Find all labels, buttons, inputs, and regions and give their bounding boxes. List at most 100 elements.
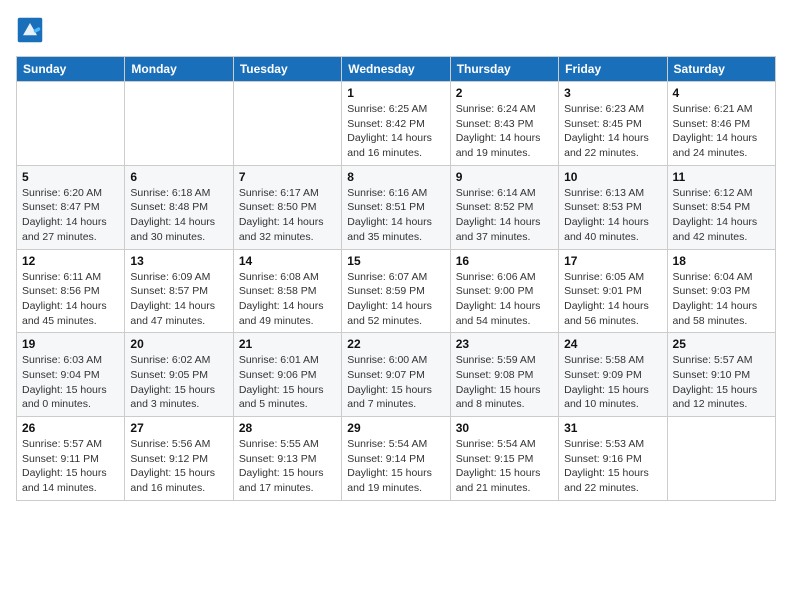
calendar-cell: 28 Sunrise: 5:55 AM Sunset: 9:13 PM Dayli… [233, 417, 341, 501]
calendar-cell [17, 82, 125, 166]
day-info: Sunrise: 6:20 AM Sunset: 8:47 PM Dayligh… [22, 186, 119, 245]
calendar-cell: 22 Sunrise: 6:00 AM Sunset: 9:07 PM Dayli… [342, 333, 450, 417]
day-info: Sunrise: 6:00 AM Sunset: 9:07 PM Dayligh… [347, 353, 444, 412]
day-number: 27 [130, 421, 227, 435]
calendar-week-row: 19 Sunrise: 6:03 AM Sunset: 9:04 PM Dayli… [17, 333, 776, 417]
day-info: Sunrise: 5:58 AM Sunset: 9:09 PM Dayligh… [564, 353, 661, 412]
day-number: 30 [456, 421, 553, 435]
day-number: 13 [130, 254, 227, 268]
calendar-cell: 21 Sunrise: 6:01 AM Sunset: 9:06 PM Dayli… [233, 333, 341, 417]
day-number: 5 [22, 170, 119, 184]
day-number: 26 [22, 421, 119, 435]
calendar-week-row: 26 Sunrise: 5:57 AM Sunset: 9:11 PM Dayli… [17, 417, 776, 501]
day-number: 20 [130, 337, 227, 351]
day-info: Sunrise: 6:21 AM Sunset: 8:46 PM Dayligh… [673, 102, 770, 161]
calendar-cell: 2 Sunrise: 6:24 AM Sunset: 8:43 PM Daylig… [450, 82, 558, 166]
day-info: Sunrise: 5:55 AM Sunset: 9:13 PM Dayligh… [239, 437, 336, 496]
day-number: 8 [347, 170, 444, 184]
calendar-cell: 23Sunrise: 5:59 AM Sunset: 9:08 PM Dayli… [450, 333, 558, 417]
day-number: 9 [456, 170, 553, 184]
calendar-cell: 31 Sunrise: 5:53 AM Sunset: 9:16 PM Dayli… [559, 417, 667, 501]
calendar-cell: 9 Sunrise: 6:14 AM Sunset: 8:52 PM Daylig… [450, 165, 558, 249]
calendar-cell: 25 Sunrise: 5:57 AM Sunset: 9:10 PM Dayli… [667, 333, 775, 417]
day-number: 1 [347, 86, 444, 100]
day-info: Sunrise: 6:16 AM Sunset: 8:51 PM Dayligh… [347, 186, 444, 245]
day-number: 7 [239, 170, 336, 184]
logo-icon [16, 16, 44, 44]
calendar-cell: 7 Sunrise: 6:17 AM Sunset: 8:50 PM Daylig… [233, 165, 341, 249]
calendar-cell: 15Sunrise: 6:07 AM Sunset: 8:59 PM Dayli… [342, 249, 450, 333]
calendar-cell: 26 Sunrise: 5:57 AM Sunset: 9:11 PM Dayli… [17, 417, 125, 501]
day-number: 29 [347, 421, 444, 435]
calendar-cell: 18 Sunrise: 6:04 AM Sunset: 9:03 PM Dayli… [667, 249, 775, 333]
day-info: Sunrise: 6:07 AM Sunset: 8:59 PM Dayligh… [347, 270, 444, 329]
calendar-cell: 5 Sunrise: 6:20 AM Sunset: 8:47 PM Daylig… [17, 165, 125, 249]
calendar-cell [233, 82, 341, 166]
weekday-header-thursday: Thursday [450, 57, 558, 82]
day-info: Sunrise: 5:57 AM Sunset: 9:11 PM Dayligh… [22, 437, 119, 496]
weekday-header-friday: Friday [559, 57, 667, 82]
weekday-header-wednesday: Wednesday [342, 57, 450, 82]
calendar-cell: 27 Sunrise: 5:56 AM Sunset: 9:12 PM Dayli… [125, 417, 233, 501]
day-info: Sunrise: 6:13 AM Sunset: 8:53 PM Dayligh… [564, 186, 661, 245]
day-number: 18 [673, 254, 770, 268]
calendar-cell: 8 Sunrise: 6:16 AM Sunset: 8:51 PM Daylig… [342, 165, 450, 249]
day-info: Sunrise: 5:54 AM Sunset: 9:15 PM Dayligh… [456, 437, 553, 496]
day-number: 31 [564, 421, 661, 435]
day-info: Sunrise: 6:03 AM Sunset: 9:04 PM Dayligh… [22, 353, 119, 412]
day-number: 24 [564, 337, 661, 351]
calendar-cell: 19 Sunrise: 6:03 AM Sunset: 9:04 PM Dayli… [17, 333, 125, 417]
logo [16, 16, 48, 44]
day-number: 21 [239, 337, 336, 351]
day-number: 14 [239, 254, 336, 268]
day-info: Sunrise: 6:12 AM Sunset: 8:54 PM Dayligh… [673, 186, 770, 245]
calendar-cell: 12 Sunrise: 6:11 AM Sunset: 8:56 PM Dayli… [17, 249, 125, 333]
page-header [16, 16, 776, 44]
calendar-cell: 30 Sunrise: 5:54 AM Sunset: 9:15 PM Dayli… [450, 417, 558, 501]
day-info: Sunrise: 5:53 AM Sunset: 9:16 PM Dayligh… [564, 437, 661, 496]
calendar-cell: 1 Sunrise: 6:25 AM Sunset: 8:42 PM Daylig… [342, 82, 450, 166]
calendar-week-row: 1 Sunrise: 6:25 AM Sunset: 8:42 PM Daylig… [17, 82, 776, 166]
day-info: Sunrise: 6:24 AM Sunset: 8:43 PM Dayligh… [456, 102, 553, 161]
calendar-cell [125, 82, 233, 166]
day-info: Sunrise: 6:18 AM Sunset: 8:48 PM Dayligh… [130, 186, 227, 245]
day-info: Sunrise: 6:17 AM Sunset: 8:50 PM Dayligh… [239, 186, 336, 245]
weekday-header-sunday: Sunday [17, 57, 125, 82]
day-info: Sunrise: 6:25 AM Sunset: 8:42 PM Dayligh… [347, 102, 444, 161]
day-number: 28 [239, 421, 336, 435]
day-info: Sunrise: 6:01 AM Sunset: 9:06 PM Dayligh… [239, 353, 336, 412]
day-number: 12 [22, 254, 119, 268]
calendar-cell: 20 Sunrise: 6:02 AM Sunset: 9:05 PM Dayli… [125, 333, 233, 417]
day-info: Sunrise: 6:04 AM Sunset: 9:03 PM Dayligh… [673, 270, 770, 329]
day-number: 3 [564, 86, 661, 100]
calendar-cell: 14Sunrise: 6:08 AM Sunset: 8:58 PM Dayli… [233, 249, 341, 333]
day-info: Sunrise: 6:05 AM Sunset: 9:01 PM Dayligh… [564, 270, 661, 329]
calendar-cell: 24 Sunrise: 5:58 AM Sunset: 9:09 PM Dayli… [559, 333, 667, 417]
day-number: 11 [673, 170, 770, 184]
calendar-cell: 4 Sunrise: 6:21 AM Sunset: 8:46 PM Daylig… [667, 82, 775, 166]
day-number: 2 [456, 86, 553, 100]
calendar-cell: 29 Sunrise: 5:54 AM Sunset: 9:14 PM Dayli… [342, 417, 450, 501]
weekday-header-saturday: Saturday [667, 57, 775, 82]
day-number: 17 [564, 254, 661, 268]
calendar-cell: 10 Sunrise: 6:13 AM Sunset: 8:53 PM Dayli… [559, 165, 667, 249]
day-info: Sunrise: 5:56 AM Sunset: 9:12 PM Dayligh… [130, 437, 227, 496]
calendar-week-row: 12 Sunrise: 6:11 AM Sunset: 8:56 PM Dayli… [17, 249, 776, 333]
day-info: Sunrise: 5:57 AM Sunset: 9:10 PM Dayligh… [673, 353, 770, 412]
day-number: 22 [347, 337, 444, 351]
day-number: 10 [564, 170, 661, 184]
day-info: Sunrise: 6:14 AM Sunset: 8:52 PM Dayligh… [456, 186, 553, 245]
day-info: Sunrise: 5:54 AM Sunset: 9:14 PM Dayligh… [347, 437, 444, 496]
day-number: 4 [673, 86, 770, 100]
calendar-cell: 11 Sunrise: 6:12 AM Sunset: 8:54 PM Dayli… [667, 165, 775, 249]
day-info: Sunrise: 6:02 AM Sunset: 9:05 PM Dayligh… [130, 353, 227, 412]
day-info: Sunrise: 6:11 AM Sunset: 8:56 PM Dayligh… [22, 270, 119, 329]
day-number: 25 [673, 337, 770, 351]
day-number: 16 [456, 254, 553, 268]
day-number: 19 [22, 337, 119, 351]
weekday-header-monday: Monday [125, 57, 233, 82]
day-info: Sunrise: 5:59 AM Sunset: 9:08 PM Dayligh… [456, 353, 553, 412]
calendar-week-row: 5 Sunrise: 6:20 AM Sunset: 8:47 PM Daylig… [17, 165, 776, 249]
calendar-cell: 16Sunrise: 6:06 AM Sunset: 9:00 PM Dayli… [450, 249, 558, 333]
day-number: 6 [130, 170, 227, 184]
